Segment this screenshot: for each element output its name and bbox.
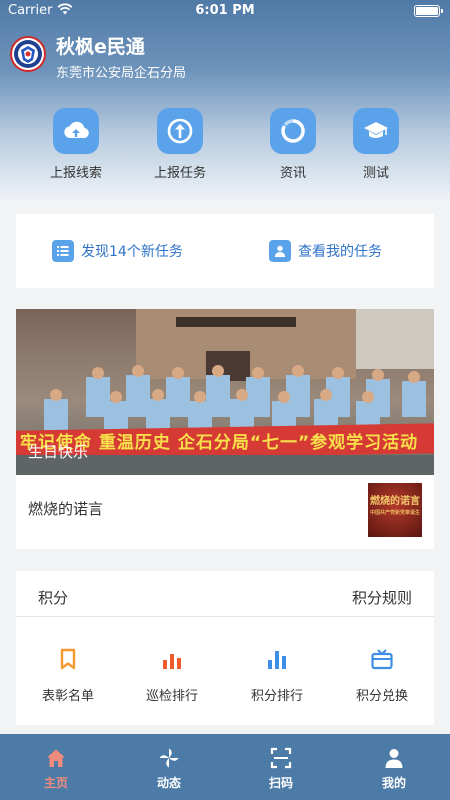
battery-icon: [414, 5, 443, 17]
new-tasks-button[interactable]: 发现14个新任务: [52, 238, 183, 264]
my-tasks-button[interactable]: 查看我的任务: [269, 238, 382, 264]
bookmark-icon: [16, 645, 120, 673]
task-card: 发现14个新任务 查看我的任务: [16, 214, 434, 288]
points-exchange-button[interactable]: 积分兑换: [330, 645, 434, 704]
quick-report-clue[interactable]: 上报线索: [31, 108, 121, 181]
pinwheel-icon: [129, 746, 209, 770]
tab-scan[interactable]: 扫码: [241, 746, 321, 791]
tab-mine[interactable]: 我的: [354, 746, 434, 791]
news-title[interactable]: 燃烧的诺言: [28, 498, 103, 519]
graduation-cap-icon: [353, 108, 399, 154]
app-title: 秋枫e民通: [56, 36, 145, 58]
tab-bar: 主页 动态 扫码 我的: [0, 734, 450, 800]
score-rules-link[interactable]: 积分规则: [352, 587, 412, 608]
patrol-ranking-button[interactable]: 巡检排行: [120, 645, 224, 704]
score-title: 积分: [38, 589, 69, 607]
score-header: 积分 积分规则: [16, 571, 434, 617]
person-card-icon: [269, 240, 291, 262]
quick-news[interactable]: 资讯: [248, 108, 338, 181]
score-card: 积分 积分规则 表彰名单 巡检排行 积分排行 积分兑换: [16, 571, 434, 725]
tab-home[interactable]: 主页: [16, 746, 96, 791]
gift-card-icon: [330, 645, 434, 673]
quick-test[interactable]: 测试: [331, 108, 421, 181]
police-badge-logo: [10, 36, 46, 72]
clock: 6:01 PM: [195, 3, 255, 18]
bar-chart-icon: [225, 645, 329, 673]
app-screen: Carrier 6:01 PM 秋枫e民通 东莞市公安局企石分局 上报线索 上报…: [0, 0, 450, 800]
tab-activity[interactable]: 动态: [129, 746, 209, 791]
home-icon: [16, 746, 96, 770]
user-icon: [354, 746, 434, 770]
quick-actions: 上报线索 上报任务 资讯 测试: [0, 108, 450, 188]
refresh-circle-icon: [270, 108, 316, 154]
honor-list-button[interactable]: 表彰名单: [16, 645, 120, 704]
banner-caption: 生日快乐: [28, 443, 89, 461]
upload-arrow-icon: [157, 108, 203, 154]
cloud-upload-icon: [53, 108, 99, 154]
points-ranking-button[interactable]: 积分排行: [225, 645, 329, 704]
news-thumbnail[interactable]: 燃烧的诺言 中国共产党新党章诞生: [368, 483, 422, 537]
news-banner-image[interactable]: 牢记使命 重温历史 企石分局“七一”参观学习活动 生日快乐: [16, 309, 434, 475]
list-icon: [52, 240, 74, 262]
bar-chart-icon: [120, 645, 224, 673]
status-bar: Carrier 6:01 PM: [0, 0, 450, 22]
quick-report-task[interactable]: 上报任务: [135, 108, 225, 181]
scan-icon: [241, 746, 321, 770]
app-subtitle: 东莞市公安局企石分局: [56, 66, 187, 81]
news-card[interactable]: 牢记使命 重温历史 企石分局“七一”参观学习活动 生日快乐 燃烧的诺言 燃烧的诺…: [16, 309, 434, 549]
